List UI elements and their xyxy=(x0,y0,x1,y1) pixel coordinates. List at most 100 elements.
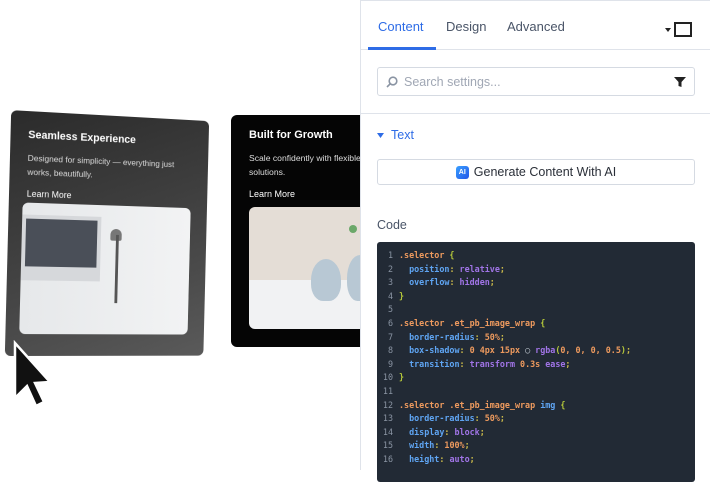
card-title: Seamless Experience xyxy=(28,129,136,147)
settings-panel: Content Design Advanced Text AI Generate… xyxy=(360,0,710,482)
line-number: 12 xyxy=(382,399,393,410)
code-token: { xyxy=(560,399,566,410)
text-section-toggle[interactable]: Text xyxy=(377,128,414,142)
code-token: : xyxy=(459,345,470,356)
code-line: 13 border-radius: 50%; xyxy=(377,412,695,426)
tab-design[interactable]: Design xyxy=(446,19,486,34)
code-token: transform xyxy=(469,358,521,369)
line-number: 5 xyxy=(387,304,393,315)
code-token: : xyxy=(474,413,485,424)
code-line: 2 position: relative; xyxy=(377,263,695,277)
code-token: { xyxy=(449,250,455,260)
learn-more-link[interactable]: Learn More xyxy=(27,189,191,205)
code-line: 8 box-shadow: 0 4px 15px ◯ rgba(0, 0, 0,… xyxy=(377,344,695,358)
code-token: : xyxy=(434,440,445,451)
divider xyxy=(361,113,710,114)
code-token: height xyxy=(409,453,440,464)
line-number: 15 xyxy=(382,440,393,451)
caret-down-icon[interactable] xyxy=(665,27,671,32)
code-token: auto xyxy=(449,453,470,464)
code-token: { xyxy=(540,317,546,328)
code-token: } xyxy=(399,290,405,301)
code-token: 0 4px 15px xyxy=(469,345,526,356)
code-token: ; xyxy=(499,413,505,424)
code-token: 50% xyxy=(484,413,500,424)
code-token: .selector xyxy=(399,250,450,260)
search-icon xyxy=(386,75,398,88)
card-description: Designed for simplicity — everything jus… xyxy=(27,152,175,180)
code-token: relative xyxy=(459,263,500,274)
code-token: overflow xyxy=(409,277,450,288)
search-input[interactable] xyxy=(404,74,674,89)
code-token: ; xyxy=(479,426,485,437)
code-token: : xyxy=(439,453,450,464)
code-line: 1 .selector { xyxy=(377,249,695,263)
code-line: 12 .selector .et_pb_image_wrap img { xyxy=(377,399,695,413)
line-number: 6 xyxy=(387,317,393,328)
code-line: 10} xyxy=(377,371,695,385)
code-line: 11 xyxy=(377,385,695,399)
caret-down-icon xyxy=(377,132,384,138)
code-token: 50% xyxy=(484,331,500,342)
line-number: 8 xyxy=(387,345,393,356)
card-title: Built for Growth xyxy=(249,129,333,141)
code-editor[interactable]: 1 .selector {2 position: relative; 3 overf… xyxy=(377,242,695,482)
tab-content[interactable]: Content xyxy=(378,19,424,34)
learn-more-link[interactable]: Learn More xyxy=(249,189,373,199)
code-token: ; xyxy=(499,331,505,342)
line-number: 13 xyxy=(382,413,393,424)
code-token: rgba xyxy=(535,345,556,356)
code-token: box-shadow xyxy=(409,345,460,356)
filter-icon[interactable] xyxy=(674,76,686,88)
mouse-cursor-icon xyxy=(13,340,52,408)
tab-bar: Content Design Advanced xyxy=(361,1,710,50)
window-toggle-icon[interactable] xyxy=(674,22,692,37)
line-number: 14 xyxy=(382,426,393,437)
code-token: : xyxy=(449,277,460,288)
code-token: hidden xyxy=(459,277,490,288)
line-number: 9 xyxy=(387,358,393,369)
code-token: : xyxy=(474,331,485,342)
desk-image xyxy=(19,202,191,335)
code-token: ; xyxy=(469,453,475,464)
code-line: 9 transition: transform 0.3s ease; xyxy=(377,358,695,372)
section-title: Text xyxy=(391,128,414,142)
button-label: Generate Content With AI xyxy=(473,165,617,179)
code-token: block xyxy=(454,426,480,437)
code-line: 14 display: block; xyxy=(377,426,695,440)
code-label: Code xyxy=(377,218,407,232)
line-number: 1 xyxy=(387,250,393,260)
generate-ai-content-button[interactable]: AI Generate Content With AI xyxy=(377,159,695,185)
ai-icon: AI xyxy=(455,165,469,179)
line-number: 4 xyxy=(387,290,393,301)
code-token: ; xyxy=(625,345,631,356)
code-token: .selector .et_pb_image_wrap xyxy=(399,317,541,328)
tab-advanced[interactable]: Advanced xyxy=(507,19,565,34)
code-token: width xyxy=(409,440,435,451)
code-token: ; xyxy=(565,358,571,369)
code-token: position xyxy=(409,263,450,274)
code-token: ; xyxy=(489,277,495,288)
code-token: ; xyxy=(499,263,505,274)
code-token: display xyxy=(409,426,445,437)
code-line: 6 .selector .et_pb_image_wrap { xyxy=(377,317,695,331)
line-number: 11 xyxy=(382,385,393,396)
code-token: 100% xyxy=(444,440,465,451)
code-token: border-radius xyxy=(409,413,475,424)
code-token: ; xyxy=(464,440,470,451)
code-token: 0, 0, 0, 0.5 xyxy=(560,345,621,356)
feature-card-seamless: Seamless Experience Designed for simplic… xyxy=(4,110,210,357)
code-token: transition xyxy=(409,358,460,369)
code-token: 0.3s xyxy=(520,358,546,369)
line-number: 10 xyxy=(382,372,393,383)
code-line: 7 border-radius: 50%; xyxy=(377,331,695,345)
search-settings-field[interactable] xyxy=(377,67,695,96)
code-token: ◯ xyxy=(525,345,536,356)
code-line: 4} xyxy=(377,290,695,304)
